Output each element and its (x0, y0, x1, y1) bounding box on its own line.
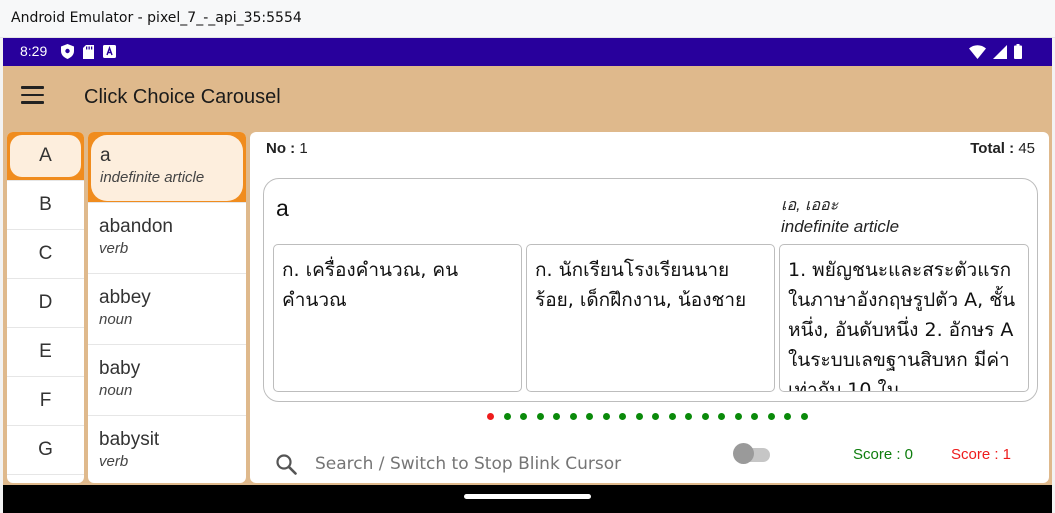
word-label: a (100, 145, 111, 166)
word-pos: noun (99, 382, 133, 399)
window-titlebar: Android Emulator - pixel_7_-_api_35:5554 (0, 0, 1055, 38)
toggle-thumb (733, 443, 754, 464)
wifi-icon (969, 44, 986, 59)
status-bar: 8:29 (3, 38, 1052, 66)
carousel-dot[interactable] (619, 413, 626, 420)
word-item-babysit[interactable]: babysit verb (88, 416, 246, 483)
carousel-dot[interactable] (685, 413, 692, 420)
word-item-abandon[interactable]: abandon verb (88, 203, 246, 274)
word-item-abbey[interactable]: abbey noun (88, 274, 246, 345)
score-wrong: Score : 1 (951, 446, 1012, 463)
word-label: abbey (99, 287, 151, 308)
window-title: Android Emulator - pixel_7_-_api_35:5554 (11, 10, 302, 26)
choice-option-3[interactable]: 1. พยัญชนะและสระตัวแรกในภาษาอังกฤษรูปตัว… (779, 244, 1029, 392)
word-list: a indefinite article abandon verb abbey … (88, 132, 246, 483)
search-bar[interactable] (275, 442, 755, 482)
question-card: a เอ, เออะ indefinite article ก. เครื่อง… (263, 178, 1038, 402)
hamburger-menu-icon[interactable] (21, 86, 47, 110)
carousel-indicator (487, 413, 808, 420)
word-pos: verb (99, 240, 129, 257)
carousel-dot[interactable] (751, 413, 758, 420)
sd-card-icon (83, 44, 94, 59)
letter-item-e[interactable]: E (7, 328, 84, 377)
font-download-icon (103, 45, 116, 58)
carousel-dot[interactable] (668, 413, 676, 420)
carousel-dot[interactable] (569, 413, 577, 420)
carousel-dot[interactable] (487, 413, 494, 420)
card-phonetic: เอ, เออะ (781, 197, 839, 214)
signal-icon (993, 44, 1007, 59)
letter-label: F (39, 390, 52, 411)
question-number: No : 1 (266, 140, 308, 157)
word-label: abandon (99, 216, 173, 237)
carousel-dot[interactable] (718, 413, 725, 420)
letter-label: E (39, 341, 52, 362)
status-time: 8:29 (20, 43, 48, 59)
carousel-dot[interactable] (800, 413, 808, 420)
question-total-value: 45 (1018, 140, 1035, 157)
card-word: a (276, 195, 289, 221)
quiz-panel: No : 1 Total : 45 a เอ, เออะ indefinite … (250, 132, 1049, 483)
carousel-dot[interactable] (503, 413, 511, 420)
shield-icon (61, 44, 74, 59)
letter-label: G (38, 439, 53, 460)
question-number-label: No : (266, 140, 296, 157)
word-label: babysit (99, 429, 160, 450)
letter-item-b[interactable]: B (7, 181, 84, 230)
letter-item-a[interactable]: A (7, 132, 84, 181)
carousel-dot[interactable] (701, 413, 709, 420)
letter-label: C (38, 243, 53, 264)
carousel-dot[interactable] (553, 413, 560, 420)
letter-item-g[interactable]: G (7, 426, 84, 475)
carousel-dot[interactable] (635, 413, 643, 420)
battery-icon (1014, 44, 1022, 59)
carousel-dot[interactable] (602, 413, 610, 420)
search-input[interactable] (315, 454, 675, 474)
carousel-dot[interactable] (784, 413, 791, 420)
navigation-bar (3, 485, 1052, 513)
question-total-label: Total : (970, 140, 1015, 157)
blink-cursor-toggle[interactable] (733, 443, 773, 464)
carousel-dot[interactable] (734, 413, 742, 420)
carousel-dot[interactable] (520, 413, 527, 420)
app-title: Click Choice Carousel (84, 86, 281, 108)
question-number-value: 1 (299, 140, 308, 157)
search-icon (276, 454, 297, 475)
question-total: Total : 45 (970, 140, 1035, 157)
word-item-a[interactable]: a indefinite article (88, 132, 246, 203)
word-pos: indefinite article (100, 169, 205, 186)
app-bar: Click Choice Carousel (3, 66, 1052, 130)
word-pos: noun (99, 311, 133, 328)
word-label: baby (99, 358, 141, 379)
choice-option-1[interactable]: ก. เครื่องคำนวณ, คนคำนวณ (273, 244, 522, 392)
letter-item-d[interactable]: D (7, 279, 84, 328)
carousel-dot[interactable] (536, 413, 544, 420)
carousel-dot[interactable] (767, 413, 775, 420)
score-correct: Score : 0 (853, 446, 914, 463)
letter-label: B (39, 194, 52, 215)
letter-item-f[interactable]: F (7, 377, 84, 426)
word-item-baby[interactable]: baby noun (88, 345, 246, 416)
letter-item-c[interactable]: C (7, 230, 84, 279)
carousel-dot[interactable] (586, 413, 593, 420)
carousel-dot[interactable] (652, 413, 659, 420)
home-gesture-handle[interactable] (464, 494, 591, 499)
card-pos: indefinite article (781, 217, 900, 236)
choice-option-2[interactable]: ก. นักเรียนโรงเรียนนายร้อย, เด็กฝึกงาน, … (526, 244, 775, 392)
letter-list: A B C D E F G (7, 132, 84, 483)
letter-label: A (39, 145, 52, 166)
letter-label: D (38, 292, 53, 313)
word-pos: verb (99, 453, 129, 470)
